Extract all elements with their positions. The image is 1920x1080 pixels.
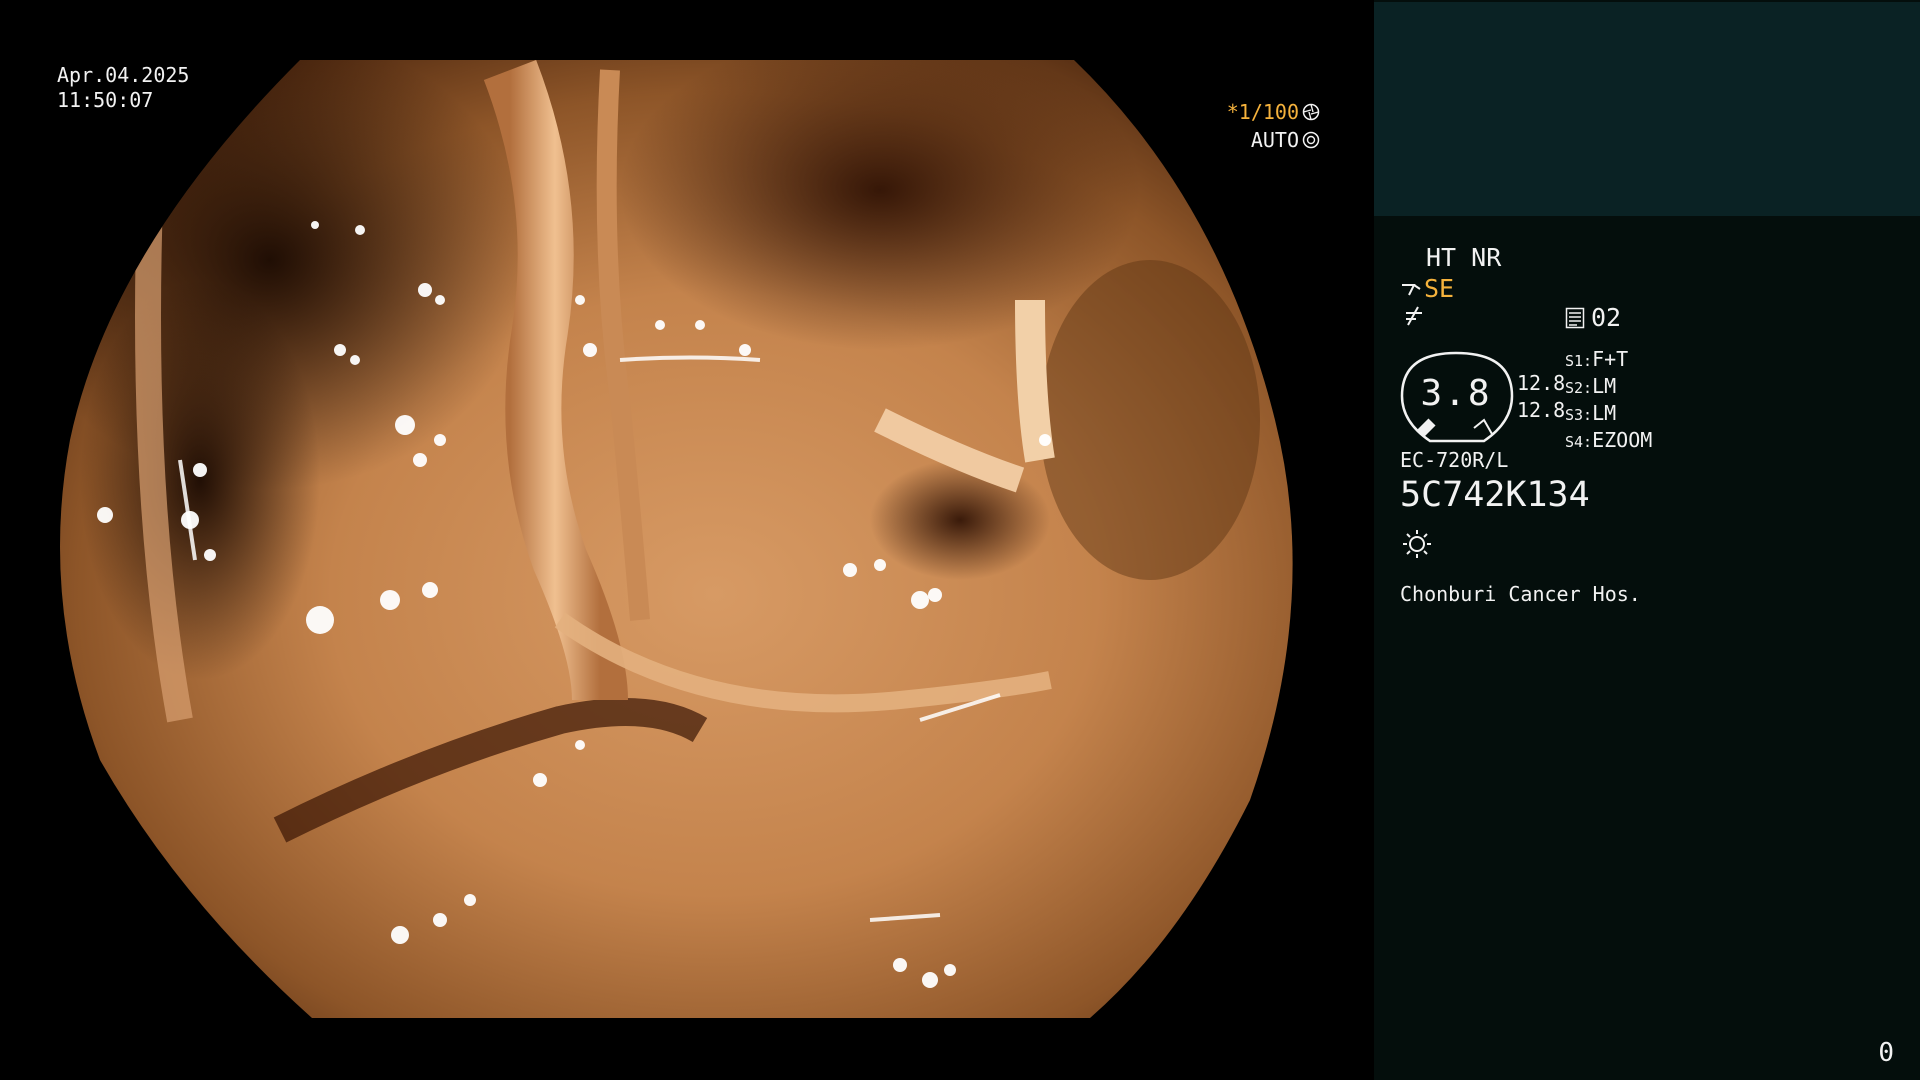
- gauge-value-2: 12.8: [1517, 398, 1566, 422]
- structure-level-label: 02: [1591, 303, 1622, 332]
- serial-number: 5C742K134: [1400, 475, 1590, 515]
- page-number: 0: [1878, 1038, 1894, 1068]
- scope-model-label: EC-720R/L: [1400, 448, 1509, 472]
- switch-item: S3:LM: [1565, 401, 1652, 428]
- switch-list: S1:F+T S2:LM S3:LM S4:EZOOM: [1565, 347, 1652, 455]
- endoscope-view: Apr.04.2025 11:50:07 *1/100 AUTO: [0, 0, 1374, 1080]
- date-label: Apr.04.2025: [57, 63, 190, 87]
- gauge-values: 12.8 12.8: [1517, 370, 1565, 424]
- se-row: SE: [1400, 274, 1454, 303]
- hospital-name: Chonburi Cancer Hos.: [1400, 582, 1641, 606]
- switch-key: S2:: [1565, 379, 1593, 397]
- switch-item: S1:F+T: [1565, 347, 1652, 374]
- switch-key: S1:: [1565, 352, 1593, 370]
- light-icon: [1403, 530, 1431, 558]
- iris-icon: [1302, 131, 1320, 149]
- structure-icon: [1565, 307, 1585, 328]
- switch-value: LM: [1592, 374, 1617, 398]
- scope-tip-icon: [1402, 283, 1421, 295]
- switch-value: LM: [1592, 401, 1617, 425]
- switch-key: S3:: [1565, 406, 1593, 424]
- aperture-icon: [1302, 103, 1320, 121]
- se-label: SE: [1424, 274, 1455, 303]
- ht-nr-label: HT NR: [1426, 243, 1502, 272]
- panel-header-area: [1374, 2, 1920, 216]
- switch-item: S4:EZOOM: [1565, 428, 1652, 455]
- auto-label: AUTO: [1250, 127, 1299, 152]
- structure-row: 02: [1565, 303, 1621, 332]
- switch-item: S2:LM: [1565, 374, 1652, 401]
- info-panel: HT NR SE 02 3.8 12.8 12.8 S1:F+T S2:LM S…: [1374, 0, 1920, 1080]
- shutter-overlay: *1/100 AUTO: [1227, 98, 1320, 154]
- gauge-value: 3.8: [1420, 373, 1492, 414]
- not-equal-icon: [1406, 306, 1422, 326]
- switch-key: S4:: [1565, 433, 1593, 451]
- switch-value: EZOOM: [1592, 428, 1653, 452]
- switch-value: F+T: [1592, 347, 1629, 371]
- endoscopic-image: [60, 60, 1293, 1018]
- gauge-value-1: 12.8: [1517, 371, 1566, 395]
- time-label: 11:50:07: [57, 88, 154, 112]
- shutter-speed-label: *1/100: [1226, 99, 1299, 124]
- date-time-overlay: Apr.04.2025 11:50:07: [57, 63, 189, 113]
